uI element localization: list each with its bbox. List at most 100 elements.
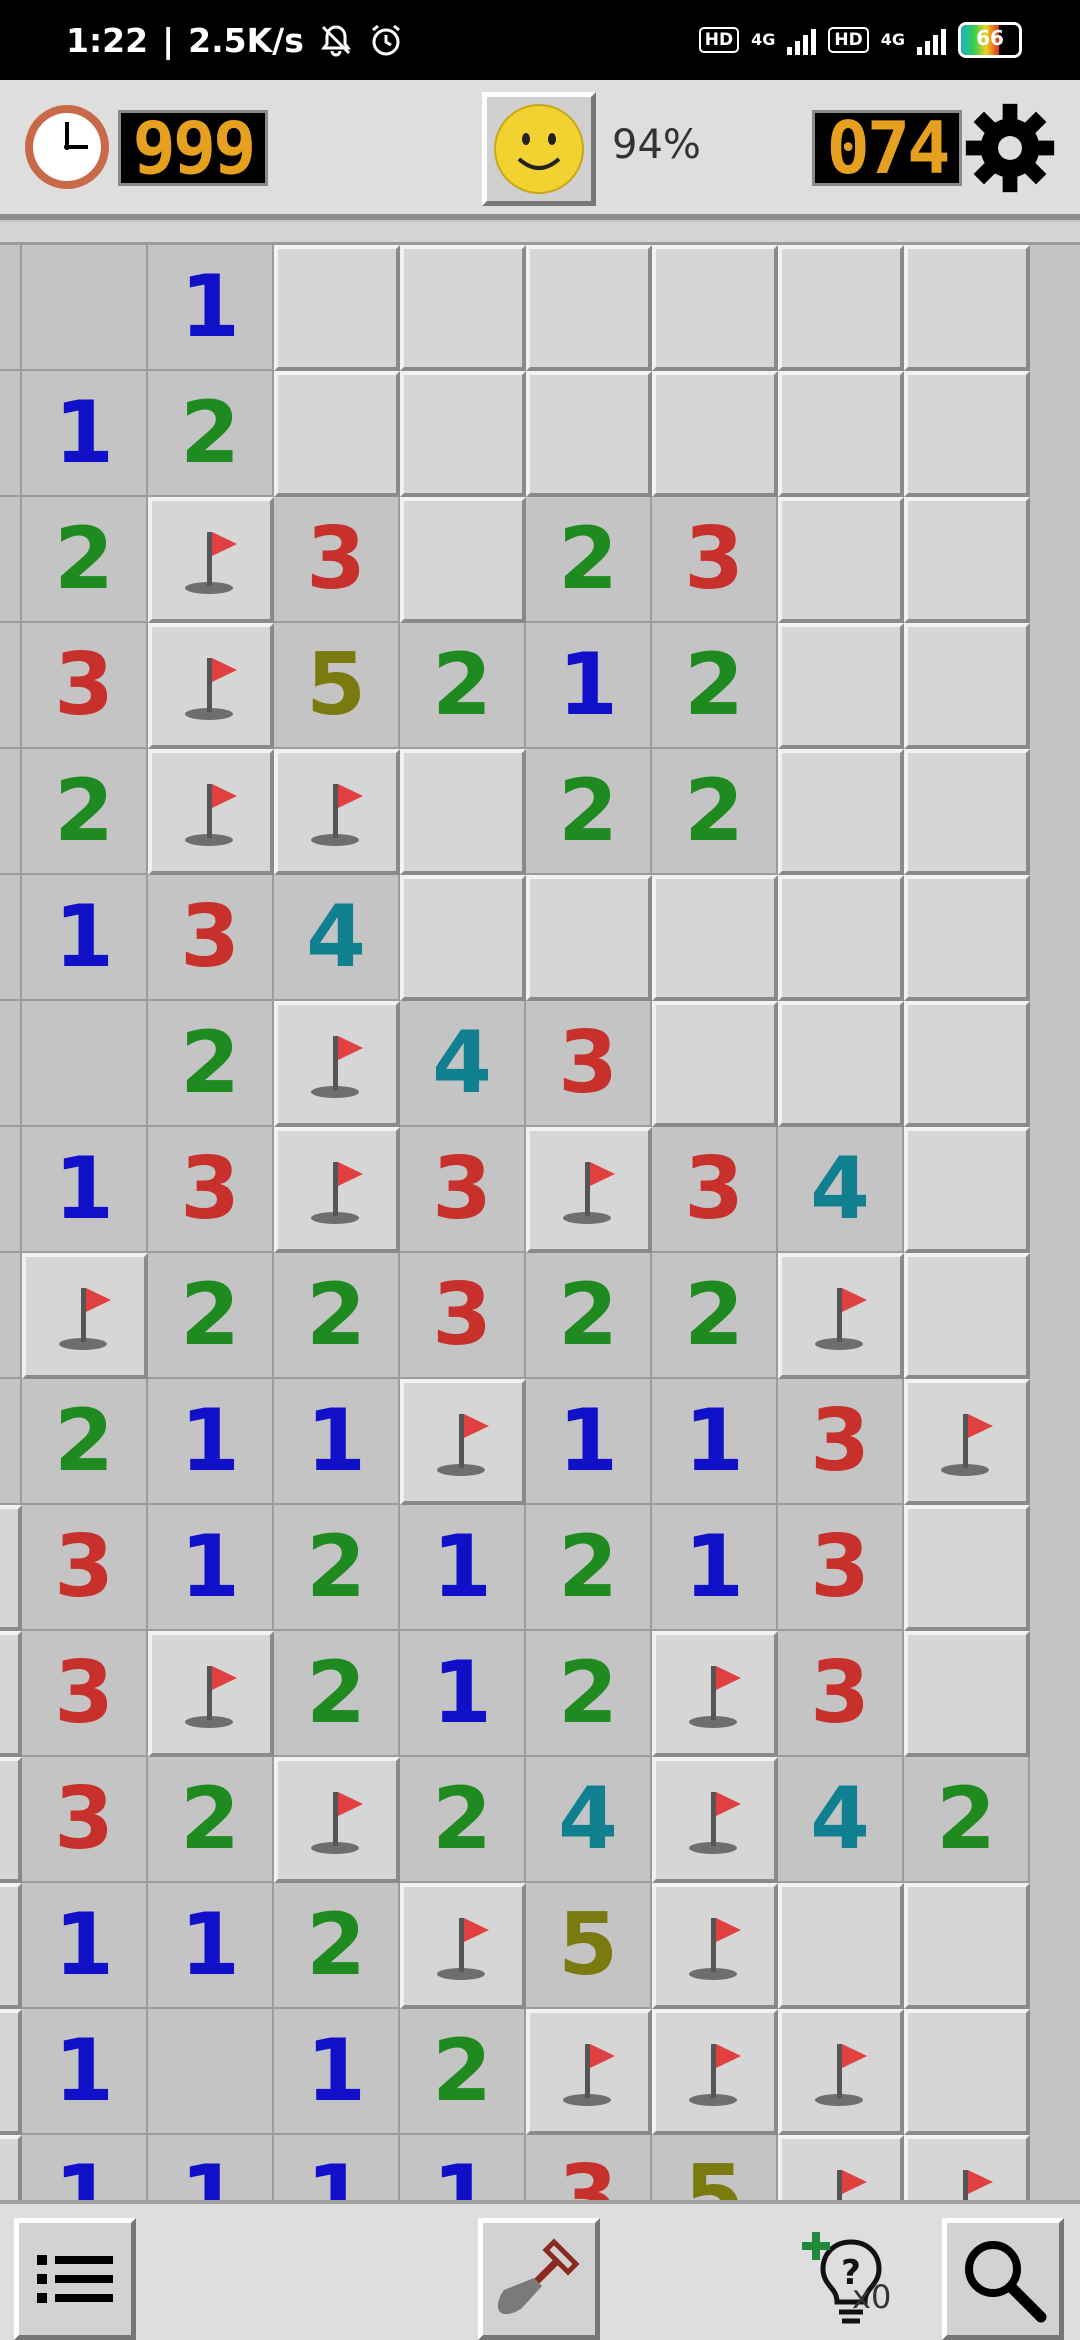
board-cell[interactable] — [0, 1001, 22, 1127]
flagged-cell[interactable] — [274, 1001, 400, 1127]
board-cell[interactable] — [0, 749, 22, 875]
number-cell[interactable]: 1 — [22, 875, 148, 1001]
unopened-cell[interactable] — [400, 245, 526, 371]
zoom-button[interactable] — [942, 2218, 1064, 2340]
number-cell[interactable]: 2 — [22, 1379, 148, 1505]
flagged-cell[interactable] — [904, 1379, 1030, 1505]
flagged-cell[interactable] — [148, 497, 274, 623]
unopened-cell[interactable] — [778, 1001, 904, 1127]
number-cell[interactable]: 2 — [652, 1253, 778, 1379]
number-cell[interactable]: 3 — [778, 1505, 904, 1631]
number-cell[interactable]: 2 — [22, 497, 148, 623]
unopened-cell[interactable] — [400, 749, 526, 875]
board-cell[interactable] — [0, 2135, 22, 2200]
number-cell[interactable]: 2 — [22, 749, 148, 875]
flagged-cell[interactable] — [778, 1253, 904, 1379]
number-cell[interactable]: 1 — [22, 371, 148, 497]
unopened-cell[interactable] — [652, 875, 778, 1001]
number-cell[interactable]: 2 — [526, 1631, 652, 1757]
unopened-cell[interactable] — [778, 371, 904, 497]
number-cell[interactable]: 1 — [274, 2135, 400, 2200]
number-cell[interactable]: 1 — [652, 1379, 778, 1505]
number-cell[interactable]: 5 — [274, 623, 400, 749]
number-cell[interactable]: 1 — [652, 1505, 778, 1631]
unopened-cell[interactable] — [778, 623, 904, 749]
number-cell[interactable]: 3 — [22, 1505, 148, 1631]
number-cell[interactable]: 1 — [274, 2009, 400, 2135]
number-cell[interactable]: 2 — [652, 623, 778, 749]
number-cell[interactable]: 2 — [526, 497, 652, 623]
unopened-cell[interactable] — [400, 497, 526, 623]
number-cell[interactable]: 2 — [652, 749, 778, 875]
unopened-cell[interactable] — [400, 371, 526, 497]
number-cell[interactable]: 2 — [526, 1505, 652, 1631]
number-cell[interactable]: 3 — [778, 1379, 904, 1505]
number-cell[interactable]: 2 — [148, 1757, 274, 1883]
number-cell[interactable]: 2 — [400, 623, 526, 749]
number-cell[interactable]: 2 — [400, 2009, 526, 2135]
number-cell[interactable]: 2 — [526, 749, 652, 875]
number-cell[interactable]: 1 — [526, 1379, 652, 1505]
board-cell[interactable] — [0, 497, 22, 623]
board-cell[interactable] — [0, 1883, 22, 2009]
unopened-cell[interactable] — [778, 1883, 904, 2009]
number-cell[interactable]: 2 — [148, 1001, 274, 1127]
flagged-cell[interactable] — [652, 2009, 778, 2135]
number-cell[interactable]: 1 — [22, 1127, 148, 1253]
unopened-cell[interactable] — [778, 245, 904, 371]
number-cell[interactable]: 3 — [652, 1127, 778, 1253]
number-cell[interactable]: 3 — [22, 623, 148, 749]
number-cell[interactable]: 2 — [274, 1505, 400, 1631]
number-cell[interactable]: 3 — [652, 497, 778, 623]
board-cell[interactable] — [0, 623, 22, 749]
unopened-cell[interactable] — [904, 1001, 1030, 1127]
unopened-cell[interactable] — [904, 1505, 1030, 1631]
flagged-cell[interactable] — [526, 1127, 652, 1253]
number-cell[interactable]: 1 — [22, 1883, 148, 2009]
new-game-button[interactable] — [482, 92, 596, 206]
unopened-cell[interactable] — [904, 623, 1030, 749]
number-cell[interactable]: 2 — [526, 1253, 652, 1379]
number-cell[interactable]: 3 — [148, 1127, 274, 1253]
unopened-cell[interactable] — [652, 1001, 778, 1127]
empty-cell[interactable] — [22, 245, 148, 371]
flagged-cell[interactable] — [274, 749, 400, 875]
unopened-cell[interactable] — [652, 245, 778, 371]
board-cell[interactable] — [0, 2009, 22, 2135]
number-cell[interactable]: 4 — [526, 1757, 652, 1883]
number-cell[interactable]: 2 — [274, 1631, 400, 1757]
number-cell[interactable]: 1 — [400, 2135, 526, 2200]
number-cell[interactable]: 3 — [22, 1757, 148, 1883]
empty-cell[interactable] — [148, 2009, 274, 2135]
flagged-cell[interactable] — [274, 1127, 400, 1253]
unopened-cell[interactable] — [904, 2009, 1030, 2135]
unopened-cell[interactable] — [526, 371, 652, 497]
board-cell[interactable] — [0, 1379, 22, 1505]
board-cell[interactable] — [0, 1127, 22, 1253]
number-cell[interactable]: 3 — [778, 1631, 904, 1757]
unopened-cell[interactable] — [778, 875, 904, 1001]
board-cell[interactable] — [0, 1505, 22, 1631]
flagged-cell[interactable] — [148, 749, 274, 875]
gear-icon[interactable] — [964, 102, 1056, 194]
number-cell[interactable]: 3 — [526, 2135, 652, 2200]
unopened-cell[interactable] — [904, 1631, 1030, 1757]
unopened-cell[interactable] — [904, 1127, 1030, 1253]
flagged-cell[interactable] — [652, 1883, 778, 2009]
number-cell[interactable]: 3 — [400, 1127, 526, 1253]
number-cell[interactable]: 2 — [400, 1757, 526, 1883]
flagged-cell[interactable] — [652, 1757, 778, 1883]
number-cell[interactable]: 3 — [148, 875, 274, 1001]
number-cell[interactable]: 3 — [526, 1001, 652, 1127]
number-cell[interactable]: 1 — [148, 1379, 274, 1505]
number-cell[interactable]: 1 — [22, 2009, 148, 2135]
unopened-cell[interactable] — [904, 497, 1030, 623]
unopened-cell[interactable] — [274, 371, 400, 497]
unopened-cell[interactable] — [526, 875, 652, 1001]
board-cell[interactable] — [0, 245, 22, 371]
number-cell[interactable]: 2 — [148, 1253, 274, 1379]
number-cell[interactable]: 1 — [148, 1505, 274, 1631]
number-cell[interactable]: 1 — [400, 1505, 526, 1631]
unopened-cell[interactable] — [904, 875, 1030, 1001]
minefield-board[interactable]: 1122323352122221342431333422322211113312… — [0, 245, 1080, 2200]
